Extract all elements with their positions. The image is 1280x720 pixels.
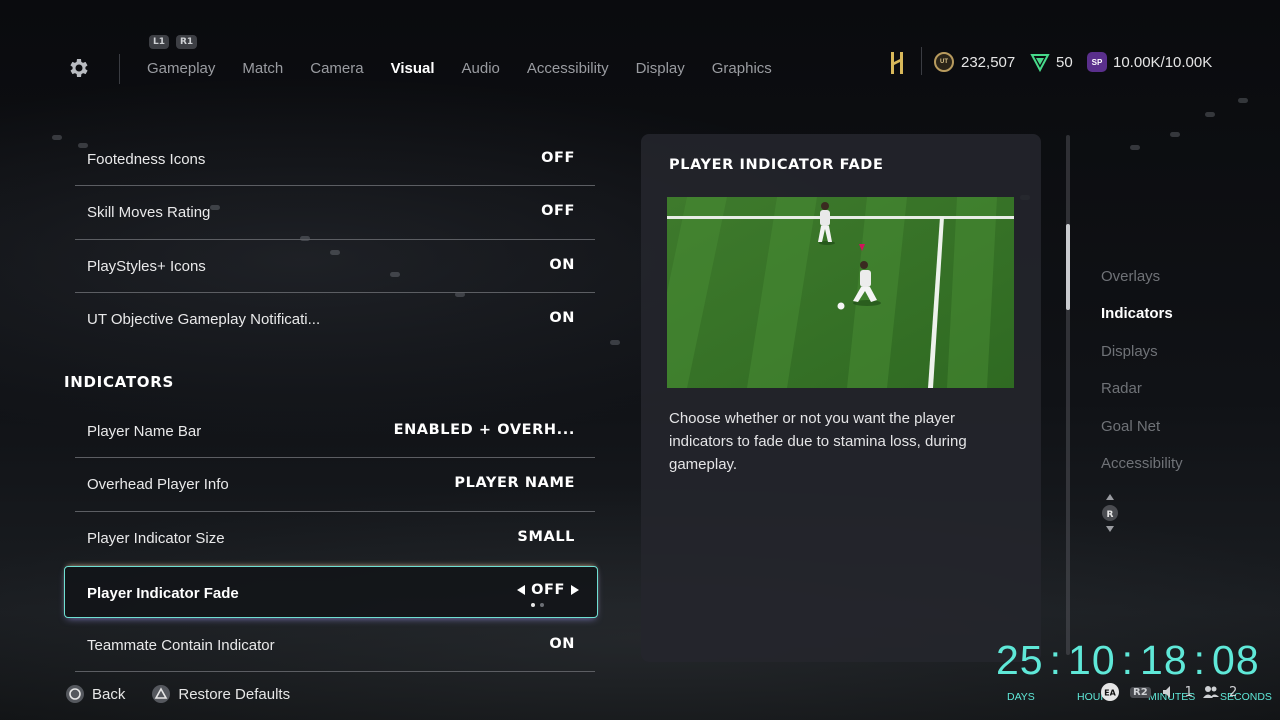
page-dot [540, 603, 544, 608]
panel-title: PLAYER INDICATOR FADE [669, 157, 884, 173]
points-value: 50 [1056, 53, 1073, 71]
settings-tabs: Gameplay Match Camera Visual Audio Acces… [147, 60, 799, 77]
settings-list: Footedness Icons OFF Skill Moves Rating … [64, 133, 598, 673]
svg-text:EA: EA [1104, 689, 1116, 698]
setting-row-player-name-bar[interactable]: Player Name Bar ENABLED + OVERH... [75, 405, 595, 459]
currency-divider [921, 47, 922, 75]
season-points-value: 10.00K/10.00K [1113, 53, 1213, 71]
subnav-item-goal-net[interactable]: Goal Net [1101, 418, 1183, 455]
nav-divider [119, 54, 120, 84]
status-overlay: EA R2 1 2 [1100, 682, 1237, 702]
setting-value: SMALL [517, 528, 575, 545]
setting-row-footedness-icons[interactable]: Footedness Icons OFF [75, 133, 595, 187]
subnav-item-radar[interactable]: Radar [1101, 380, 1183, 417]
setting-label: Footedness Icons [87, 151, 206, 168]
section-jump-nav: Overlays Indicators Displays Radar Goal … [1101, 268, 1183, 492]
tab-visual[interactable]: Visual [391, 60, 435, 77]
section-title-indicators: INDICATORS [64, 373, 174, 392]
triangle-button-icon [152, 685, 171, 703]
setting-row-teammate-contain-indicator[interactable]: Teammate Contain Indicator ON [75, 619, 595, 673]
gear-icon[interactable] [66, 56, 90, 80]
countdown-separator: : [1049, 637, 1063, 683]
setting-row-overhead-player-info[interactable]: Overhead Player Info PLAYER NAME [75, 458, 595, 512]
setting-row-ut-objective-notifications[interactable]: UT Objective Gameplay Notificati... ON [75, 293, 595, 346]
tab-accessibility[interactable]: Accessibility [527, 60, 609, 77]
countdown-separator: : [1121, 637, 1135, 683]
footer-actions: Back Restore Defaults [65, 684, 316, 704]
party-icon [1202, 686, 1219, 698]
ut-coin-icon: UT [934, 52, 954, 72]
tab-audio[interactable]: Audio [462, 60, 500, 77]
setting-row-playstyles-icons[interactable]: PlayStyles+ Icons ON [75, 240, 595, 293]
overlay-count-a: 1 [1184, 684, 1193, 700]
setting-row-skill-moves-rating[interactable]: Skill Moves Rating OFF [75, 186, 595, 240]
tab-graphics[interactable]: Graphics [712, 60, 772, 77]
setting-value: ON [549, 256, 575, 273]
subnav-item-displays[interactable]: Displays [1101, 343, 1183, 380]
l1-bumper-icon[interactable]: L1 [149, 35, 169, 49]
r1-bumper-icon[interactable]: R1 [176, 35, 198, 49]
setting-label: Player Indicator Size [87, 529, 225, 547]
option-page-dots [531, 603, 544, 608]
setting-value: PLAYER NAME [454, 475, 575, 492]
coins-value: 232,507 [961, 53, 1016, 71]
setting-label: PlayStyles+ Icons [87, 257, 206, 275]
countdown-hours: 10 [1068, 637, 1116, 683]
tab-camera[interactable]: Camera [310, 60, 363, 77]
back-button[interactable]: Back [65, 684, 125, 704]
arrow-left-icon[interactable] [517, 585, 526, 596]
setting-value: OFF [541, 203, 575, 220]
volume-icon [1162, 686, 1170, 698]
overlay-count-b: 2 [1228, 684, 1238, 700]
ea-logo-icon: EA [1101, 683, 1119, 701]
back-label: Back [92, 685, 126, 703]
setting-row-player-indicator-fade[interactable]: Player Indicator Fade OFF [64, 566, 598, 619]
setting-label: Player Name Bar [87, 423, 202, 441]
countdown-timer: 25:10:18:08 DAYS HOURS MINUTES SECONDS [996, 636, 1272, 703]
club-crest-icon [891, 52, 903, 74]
scrollbar-thumb[interactable] [1066, 224, 1070, 310]
setting-value: OFF [541, 150, 575, 166]
countdown-days: 25 [996, 637, 1044, 683]
scrollbar-track[interactable] [1066, 135, 1070, 655]
restore-defaults-button[interactable]: Restore Defaults [151, 684, 290, 704]
circle-button-icon [66, 685, 84, 703]
restore-defaults-label: Restore Defaults [178, 685, 291, 703]
sp-icon: SP [1087, 52, 1107, 72]
svg-text:R: R [1107, 510, 1114, 520]
setting-label: Skill Moves Rating [87, 204, 211, 222]
countdown-separator: : [1193, 637, 1207, 683]
info-panel: PLAYER INDICATOR FADE Choose whether or … [641, 134, 1041, 662]
tab-gameplay[interactable]: Gameplay [147, 60, 215, 77]
coins-balance: UT 232,507 [934, 51, 1015, 73]
arrow-right-icon[interactable] [571, 585, 579, 596]
r2-button-icon: R2 [1130, 686, 1151, 698]
countdown-minutes: 18 [1140, 637, 1188, 683]
tab-match[interactable]: Match [242, 60, 283, 77]
subnav-item-indicators[interactable]: Indicators [1101, 305, 1183, 342]
setting-value: OFF [531, 582, 565, 599]
countdown-days-label: DAYS [1007, 691, 1035, 703]
value-selector: OFF [517, 582, 579, 598]
season-points-balance: SP 10.00K/10.00K [1087, 51, 1212, 73]
points-balance: 50 [1030, 51, 1073, 73]
panel-description: Choose whether or not you want the playe… [669, 410, 967, 473]
setting-label: Player Indicator Fade [87, 585, 239, 603]
setting-value: ON [549, 309, 575, 326]
countdown-seconds: 08 [1212, 637, 1260, 683]
tab-display[interactable]: Display [636, 60, 685, 77]
setting-row-player-indicator-size[interactable]: Player Indicator Size SMALL [75, 512, 595, 565]
setting-value: ENABLED + OVERH... [393, 422, 575, 439]
setting-label: Teammate Contain Indicator [87, 637, 275, 655]
page-dot [531, 603, 535, 608]
setting-value: ON [549, 636, 575, 653]
subnav-item-overlays[interactable]: Overlays [1101, 268, 1183, 305]
setting-label: UT Objective Gameplay Notificati... [87, 310, 321, 328]
fc-points-icon [1030, 54, 1050, 72]
setting-label: Overhead Player Info [87, 476, 229, 494]
subnav-item-accessibility[interactable]: Accessibility [1101, 455, 1183, 492]
preview-image [667, 197, 1014, 388]
right-stick-icon: R [1102, 494, 1118, 532]
